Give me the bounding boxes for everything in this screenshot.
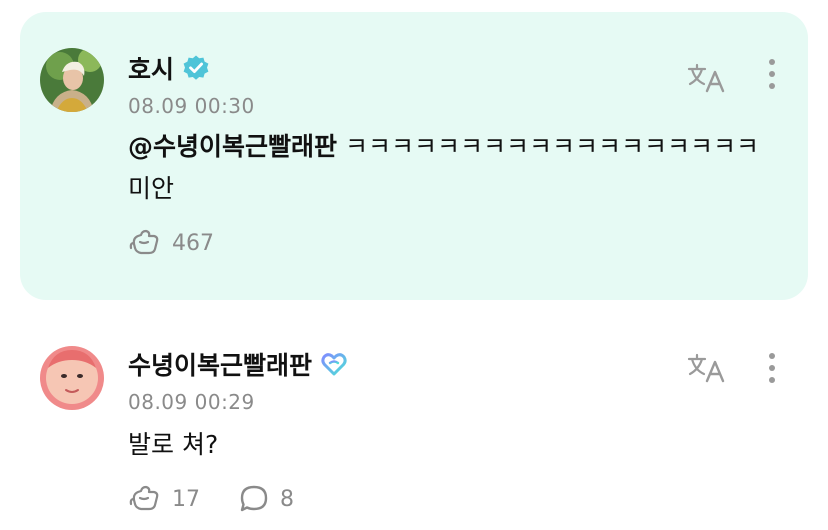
author-row: 호시 bbox=[128, 50, 210, 86]
like-button[interactable]: 467 bbox=[128, 226, 214, 260]
translate-button[interactable] bbox=[684, 350, 728, 386]
like-hand-icon bbox=[129, 485, 159, 511]
translate-button[interactable] bbox=[684, 60, 728, 96]
mention-link[interactable]: @수녕이복근빨래판 bbox=[128, 132, 337, 161]
like-count: 467 bbox=[172, 230, 214, 256]
more-vertical-icon bbox=[769, 353, 775, 359]
author-row: 수녕이복근빨래판 bbox=[128, 346, 348, 382]
like-count: 17 bbox=[172, 486, 200, 512]
translate-icon bbox=[687, 353, 725, 383]
more-vertical-icon bbox=[769, 59, 775, 65]
post-actions: 467 bbox=[128, 226, 252, 260]
like-hand-icon bbox=[129, 229, 159, 255]
post-text: 발로 쳐? bbox=[128, 430, 219, 459]
translate-icon bbox=[687, 63, 725, 93]
avatar[interactable] bbox=[40, 48, 104, 112]
comment-button[interactable]: 8 bbox=[238, 483, 294, 515]
like-button[interactable]: 17 bbox=[128, 482, 200, 516]
more-options-button[interactable] bbox=[758, 348, 786, 388]
post-card-highlighted: 호시 08.09 00:30 @수녕이복근빨래판 ㅋㅋㅋㅋㅋㅋㅋㅋㅋㅋㅋㅋㅋㅋㅋ… bbox=[20, 12, 808, 300]
author-name[interactable]: 호시 bbox=[128, 50, 174, 86]
comment-bubble-icon bbox=[240, 485, 268, 512]
post-timestamp: 08.09 00:30 bbox=[128, 94, 255, 118]
post-body: 발로 쳐? bbox=[128, 424, 768, 466]
heart-membership-icon bbox=[321, 353, 347, 376]
verified-check-icon bbox=[183, 55, 209, 80]
more-options-button[interactable] bbox=[758, 54, 786, 94]
post-body: @수녕이복근빨래판 ㅋㅋㅋㅋㅋㅋㅋㅋㅋㅋㅋㅋㅋㅋㅋㅋㅋㅋ미안 bbox=[128, 126, 768, 210]
author-name[interactable]: 수녕이복근빨래판 bbox=[128, 346, 312, 382]
comment-count: 8 bbox=[280, 486, 294, 512]
avatar[interactable] bbox=[40, 346, 104, 410]
post-timestamp: 08.09 00:29 bbox=[128, 390, 255, 414]
post-card: 수녕이복근빨래판 08.09 00:29 발로 쳐? 17 8 bbox=[20, 320, 808, 530]
post-actions: 17 8 bbox=[128, 482, 332, 516]
